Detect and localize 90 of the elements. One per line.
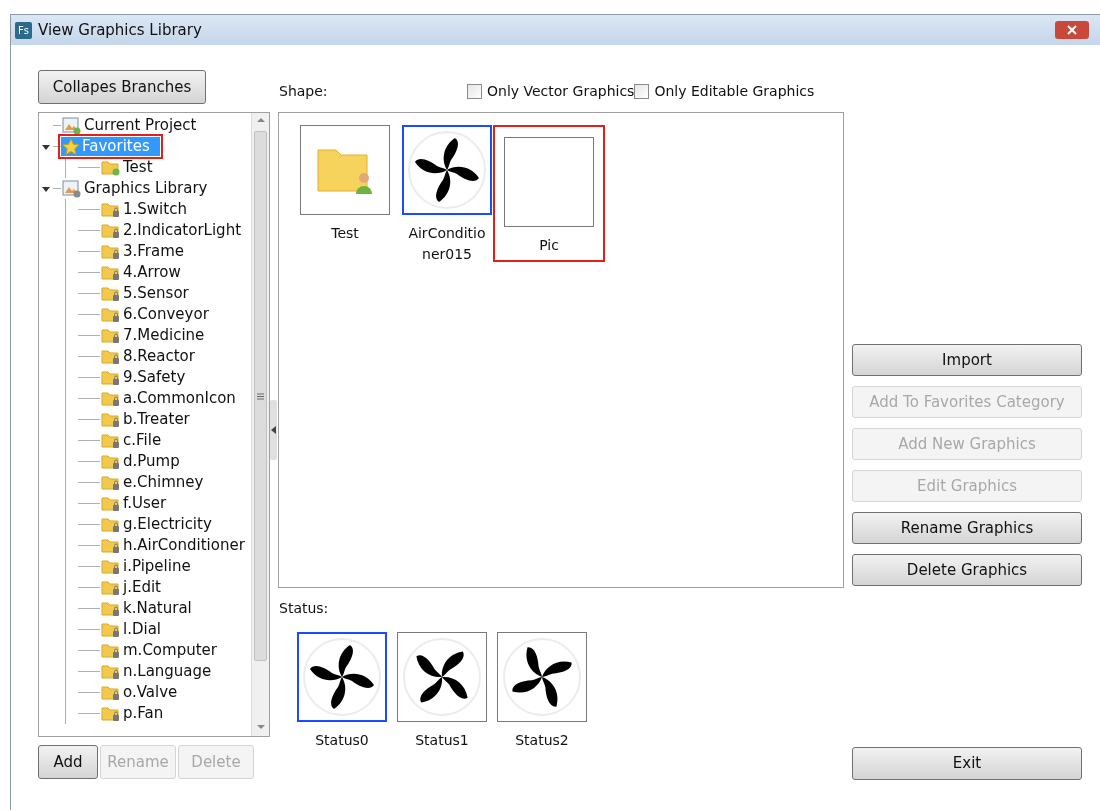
- shape-name: AirConditioner015: [407, 224, 487, 264]
- tree-item[interactable]: d.Pump: [100, 452, 181, 471]
- tree-item[interactable]: 8.Reactor: [100, 347, 196, 366]
- locked-folder-icon: [101, 243, 121, 260]
- tree-item[interactable]: o.Valve: [100, 683, 179, 702]
- collapse-arrow-icon: [271, 426, 276, 434]
- checkbox-label[interactable]: Only Editable Graphics: [654, 80, 815, 102]
- locked-folder-icon: [101, 306, 121, 323]
- tree-item[interactable]: a.CommonIcon: [100, 389, 237, 408]
- star-icon: [62, 137, 80, 156]
- status-name: Status2: [515, 731, 569, 750]
- action-button[interactable]: Import: [852, 344, 1082, 376]
- locked-folder-icon: [101, 390, 121, 407]
- locked-folder-icon: [101, 558, 121, 575]
- locked-folder-icon: [101, 432, 121, 449]
- close-button[interactable]: [1055, 21, 1089, 39]
- tree-item[interactable]: l.Dial: [100, 620, 162, 639]
- shape-name: Pic: [538, 236, 560, 255]
- tree-item[interactable]: 9.Safety: [100, 368, 187, 387]
- folder-icon: [101, 159, 121, 176]
- scroll-thumb[interactable]: [254, 131, 267, 661]
- status-name: Status0: [315, 731, 369, 750]
- splitter-handle[interactable]: [270, 400, 277, 460]
- tree-item[interactable]: b.Treater: [100, 410, 191, 429]
- fan-icon: [502, 637, 582, 717]
- locked-folder-icon: [101, 684, 121, 701]
- expander-icon[interactable]: [42, 184, 50, 193]
- picture-icon: [62, 116, 82, 135]
- locked-folder-icon: [101, 201, 121, 218]
- tree-item[interactable]: Current Project: [61, 116, 198, 135]
- shape-name: Test: [330, 224, 360, 243]
- locked-folder-icon: [101, 348, 121, 365]
- tree-item[interactable]: 1.Switch: [100, 200, 188, 219]
- tree-item[interactable]: 6.Conveyor: [100, 305, 210, 324]
- locked-folder-icon: [101, 411, 121, 428]
- tree-item[interactable]: h.AirConditioner: [100, 536, 246, 555]
- locked-folder-icon: [101, 579, 121, 596]
- expander-icon[interactable]: [42, 142, 50, 151]
- tree-item[interactable]: 4.Arrow: [100, 263, 182, 282]
- locked-folder-icon: [101, 600, 121, 617]
- checkbox-label[interactable]: Only Vector Graphics: [487, 80, 635, 102]
- locked-folder-icon: [101, 327, 121, 344]
- locked-folder-icon: [101, 285, 121, 302]
- locked-folder-icon: [101, 516, 121, 533]
- locked-folder-icon: [101, 495, 121, 512]
- locked-folder-icon: [101, 264, 121, 281]
- tree-item[interactable]: g.Electricity: [100, 515, 213, 534]
- tree-item[interactable]: p.Fan: [100, 704, 165, 723]
- tree-item[interactable]: Graphics Library: [61, 179, 209, 198]
- tree-item[interactable]: 2.IndicatorLight: [100, 221, 243, 240]
- tree-item[interactable]: c.File: [100, 431, 163, 450]
- locked-folder-icon: [101, 621, 121, 638]
- exit-button[interactable]: Exit: [852, 747, 1082, 780]
- shape-tile[interactable]: AirConditioner015: [401, 125, 493, 265]
- tree-item[interactable]: f.User: [100, 494, 168, 513]
- tree-item[interactable]: i.Pipeline: [100, 557, 192, 576]
- tree-item[interactable]: 5.Sensor: [100, 284, 190, 303]
- tree-item[interactable]: Test: [100, 158, 154, 177]
- tree-item[interactable]: m.Computer: [100, 641, 218, 660]
- shape-label: Shape:: [279, 81, 329, 101]
- status-name: Status1: [415, 731, 469, 750]
- tree-item[interactable]: n.Language: [100, 662, 213, 681]
- locked-folder-icon: [101, 222, 121, 239]
- shape-tile[interactable]: Test: [299, 125, 391, 244]
- locked-folder-icon: [101, 663, 121, 680]
- locked-folder-icon: [101, 453, 121, 470]
- close-icon: [1067, 25, 1077, 35]
- scrollbar[interactable]: [251, 113, 269, 736]
- grip-icon: [257, 392, 264, 400]
- tree-item[interactable]: 7.Medicine: [100, 326, 206, 345]
- picture-icon: [62, 179, 82, 198]
- tree-item[interactable]: k.Natural: [100, 599, 193, 618]
- shape-tile[interactable]: Pic: [493, 125, 605, 262]
- action-button[interactable]: Rename Graphics: [852, 512, 1082, 544]
- tree-action-button[interactable]: Add: [38, 745, 98, 779]
- tree-item[interactable]: 3.Frame: [100, 242, 186, 261]
- locked-folder-icon: [101, 474, 121, 491]
- app-logo: Fs: [15, 21, 32, 39]
- fan-icon: [302, 637, 382, 717]
- fan-icon: [402, 637, 482, 717]
- locked-folder-icon: [101, 369, 121, 386]
- tree-item[interactable]: e.Chimney: [100, 473, 205, 492]
- action-button[interactable]: Delete Graphics: [852, 554, 1082, 586]
- locked-folder-icon: [101, 642, 121, 659]
- tree-item[interactable]: j.Edit: [100, 578, 162, 597]
- locked-folder-icon: [101, 705, 121, 722]
- window-title: View Graphics Library: [38, 19, 202, 41]
- locked-folder-icon: [101, 537, 121, 554]
- collapse-branches-button[interactable]: Collapes Branches: [38, 70, 206, 104]
- status-label: Status:: [279, 599, 330, 618]
